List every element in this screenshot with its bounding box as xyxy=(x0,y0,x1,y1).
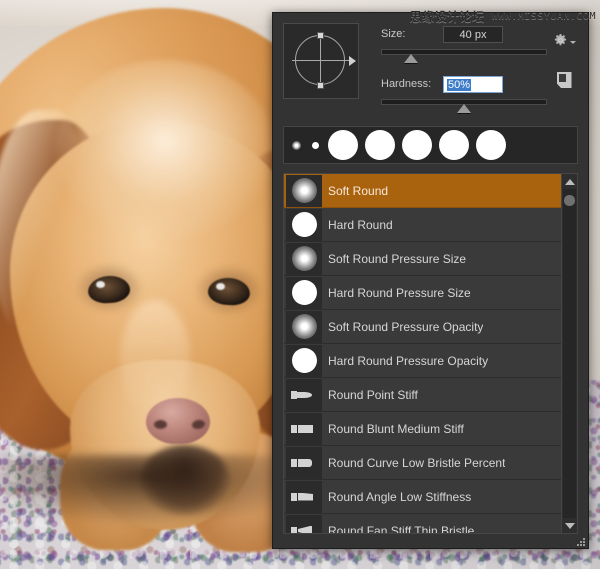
preset-thumbnail xyxy=(286,412,322,445)
brush-tip-angle-roundness-preview[interactable] xyxy=(283,23,359,99)
resize-grip[interactable] xyxy=(576,537,585,546)
bristle-blunt-thumbnail-icon xyxy=(290,421,318,437)
soft-round-thumbnail-icon xyxy=(291,314,317,339)
preset-menu-button[interactable] xyxy=(553,33,576,48)
preset-label: Round Curve Low Bristle Percent xyxy=(328,455,506,470)
preset-thumbnail xyxy=(286,378,322,411)
brush-tip-hard-round-large-2[interactable] xyxy=(362,127,398,163)
hard-round-dot-icon xyxy=(311,141,319,149)
new-preset-icon[interactable] xyxy=(556,72,572,88)
brush-preset-picker-panel[interactable]: Size: 40 px Hardness: 50% Soft Round Har… xyxy=(272,12,589,549)
gear-icon xyxy=(554,33,566,46)
preset-label: Soft Round Pressure Size xyxy=(328,251,467,266)
soft-round-thumbnail-icon xyxy=(291,178,317,203)
soft-round-thumbnail-icon xyxy=(291,246,317,271)
preset-row[interactable]: Soft Round Pressure Size xyxy=(284,242,561,276)
brush-tip-hard-round-tiny[interactable] xyxy=(306,127,324,163)
hard-round-thumbnail-icon xyxy=(291,348,317,373)
bristle-fan-thumbnail-icon xyxy=(290,523,318,533)
brush-settings-section: Size: 40 px Hardness: 50% xyxy=(273,13,588,124)
preset-row[interactable]: Round Blunt Medium Stiff xyxy=(284,412,561,446)
preset-label: Round Blunt Medium Stiff xyxy=(328,421,464,436)
bristle-curve-thumbnail-icon xyxy=(290,455,318,471)
hard-round-dot-icon xyxy=(365,130,395,160)
size-label: Size: xyxy=(381,28,406,40)
preset-thumbnail xyxy=(286,310,322,343)
bristle-angle-thumbnail-icon xyxy=(290,489,318,505)
preset-row[interactable]: Hard Round xyxy=(284,208,561,242)
hard-round-thumbnail-icon xyxy=(291,280,317,305)
preset-thumbnail xyxy=(286,344,322,377)
preset-thumbnail xyxy=(286,446,322,479)
preset-thumbnail xyxy=(286,208,322,241)
chevron-down-icon xyxy=(569,41,576,44)
hard-round-thumbnail-icon xyxy=(291,212,317,237)
roundness-handle-bottom[interactable] xyxy=(317,82,324,89)
bristle-point-thumbnail-icon xyxy=(290,387,318,403)
hardness-slider-thumb[interactable] xyxy=(457,104,471,113)
preset-list-scrollbar[interactable] xyxy=(561,174,577,533)
preset-row[interactable]: Round Angle Low Stiffness xyxy=(284,480,561,514)
hard-round-dot-icon xyxy=(439,130,469,160)
size-slider-thumb[interactable] xyxy=(403,54,418,63)
brush-preset-list-area[interactable]: Soft Round Hard Round Soft Round Pressure … xyxy=(283,173,578,534)
crosshair-vertical-icon xyxy=(320,32,321,89)
preset-label: Soft Round xyxy=(328,183,389,198)
preset-row[interactable]: Soft Round Pressure Opacity xyxy=(284,310,561,344)
brush-tip-hard-round-large-1[interactable] xyxy=(325,127,361,163)
chevron-up-icon xyxy=(564,178,575,185)
preset-thumbnail xyxy=(286,514,322,533)
roundness-handle-top[interactable] xyxy=(317,32,324,39)
hard-round-dot-icon xyxy=(328,130,358,160)
recent-tips-strip-wrap xyxy=(273,126,588,164)
hard-round-dot-icon xyxy=(402,130,432,160)
hardness-value-field[interactable]: 50% xyxy=(443,75,503,93)
preset-label: Hard Round Pressure Opacity xyxy=(328,353,489,368)
scrollbar-track[interactable] xyxy=(563,189,576,518)
preset-thumbnail xyxy=(286,480,322,513)
hardness-value-text: 50% xyxy=(447,78,472,91)
preset-label: Round Angle Low Stiffness xyxy=(328,489,472,504)
scroll-up-button[interactable] xyxy=(562,174,577,189)
preset-label: Round Point Stiff xyxy=(328,387,418,402)
preset-label: Round Fan Stiff Thin Bristle xyxy=(328,523,475,534)
brush-tip-hard-round-large-3[interactable] xyxy=(399,127,435,163)
size-value-field[interactable]: 40 px xyxy=(443,25,503,43)
recent-brush-tips-strip[interactable] xyxy=(283,126,578,164)
preset-row[interactable]: Round Fan Stiff Thin Bristle xyxy=(284,514,561,533)
preset-label: Hard Round xyxy=(328,217,393,232)
scrollbar-thumb[interactable] xyxy=(564,195,575,206)
panel-footer xyxy=(273,534,588,548)
brush-tip-soft-round-tiny[interactable] xyxy=(287,127,305,163)
soft-round-dot-icon xyxy=(291,140,301,150)
hard-round-dot-icon xyxy=(476,130,506,160)
scroll-down-button[interactable] xyxy=(562,518,577,533)
preset-label: Soft Round Pressure Opacity xyxy=(328,319,484,334)
preset-row[interactable]: Soft Round xyxy=(284,174,561,208)
brush-tip-hard-round-large-5[interactable] xyxy=(473,127,509,163)
preset-thumbnail xyxy=(286,174,322,207)
preset-thumbnail xyxy=(286,242,322,275)
hardness-label: Hardness: xyxy=(381,78,432,90)
preset-thumbnail xyxy=(286,276,322,309)
panel-tool-buttons xyxy=(549,33,579,88)
preset-row[interactable]: Round Point Stiff xyxy=(284,378,561,412)
brush-preset-list[interactable]: Soft Round Hard Round Soft Round Pressure … xyxy=(284,174,561,533)
hardness-slider[interactable] xyxy=(381,96,578,115)
angle-arrow-icon[interactable] xyxy=(349,56,356,66)
brush-tip-hard-round-large-4[interactable] xyxy=(436,127,472,163)
preset-row[interactable]: Hard Round Pressure Size xyxy=(284,276,561,310)
preset-row[interactable]: Hard Round Pressure Opacity xyxy=(284,344,561,378)
preset-label: Hard Round Pressure Size xyxy=(328,285,471,300)
chevron-down-icon xyxy=(564,522,575,529)
preset-row[interactable]: Round Curve Low Bristle Percent xyxy=(284,446,561,480)
